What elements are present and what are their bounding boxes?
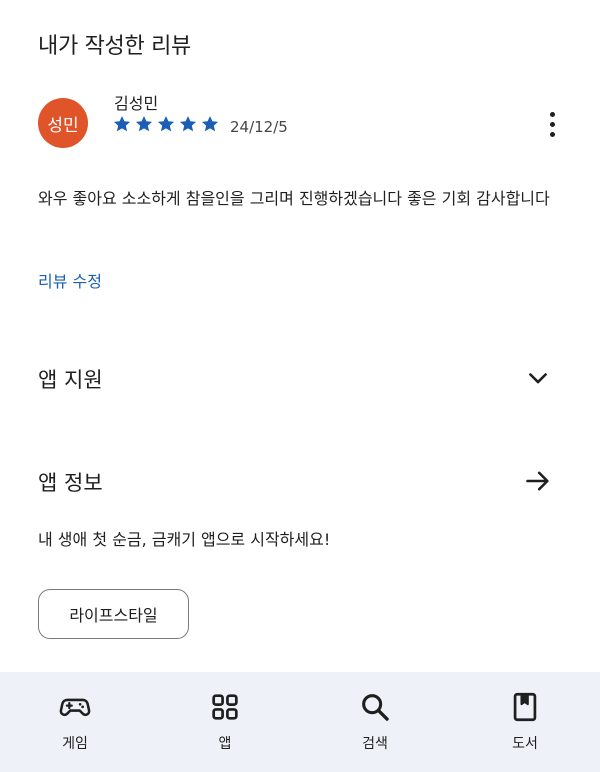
edit-review-link[interactable]: 리뷰 수정 <box>38 268 102 292</box>
nav-item-books[interactable]: 도서 <box>475 690 575 760</box>
nav-item-apps[interactable]: 앱 <box>175 690 275 760</box>
star-rating <box>112 114 220 134</box>
avatar: 성민 <box>38 98 88 148</box>
apps-grid-icon <box>212 694 238 720</box>
nav-label: 게임 <box>62 736 88 752</box>
category-chip[interactable]: 라이프스타일 <box>38 589 189 639</box>
nav-label: 도서 <box>512 736 538 752</box>
nav-label: 검색 <box>362 736 388 752</box>
nav-item-games[interactable]: 게임 <box>25 690 125 760</box>
bottom-navigation: 게임 앱 검색 도서 <box>0 672 600 772</box>
dot <box>549 121 555 127</box>
arrow-right-icon <box>526 471 549 491</box>
my-review-heading: 내가 작성한 리뷰 <box>38 34 191 59</box>
app-support-title: 앱 지원 <box>38 368 103 392</box>
star-icon <box>135 116 153 132</box>
more-vert-icon[interactable] <box>540 106 564 142</box>
nav-item-search[interactable]: 검색 <box>325 690 425 760</box>
star-icon <box>201 116 219 132</box>
chevron-down-icon <box>529 373 547 384</box>
app-info-row[interactable]: 앱 정보 <box>38 461 558 501</box>
star-icon <box>113 116 131 132</box>
app-tagline: 내 생애 첫 순금, 금캐기 앱으로 시작하세요! <box>38 530 331 549</box>
gamepad-icon <box>59 698 91 717</box>
review-date: 24/12/5 <box>230 118 288 136</box>
reviewer-name: 김성민 <box>114 94 159 113</box>
review-text: 와우 좋아요 소소하게 참을인을 그리며 진행하겠습니다 좋은 기회 감사합니다 <box>38 189 550 208</box>
star-icon <box>179 116 197 132</box>
dot <box>549 111 555 117</box>
review-header: 성민 김성민 24/12/5 <box>38 92 568 156</box>
app-detail-page: 내가 작성한 리뷰 성민 김성민 24/12/5 와우 좋아요 소소하게 참을인… <box>0 0 600 772</box>
dot <box>549 131 555 137</box>
nav-label: 앱 <box>218 736 232 752</box>
book-icon <box>513 692 537 722</box>
app-support-row[interactable]: 앱 지원 <box>38 358 558 398</box>
app-info-title: 앱 정보 <box>38 471 103 495</box>
star-icon <box>157 116 175 132</box>
search-icon <box>362 694 389 721</box>
